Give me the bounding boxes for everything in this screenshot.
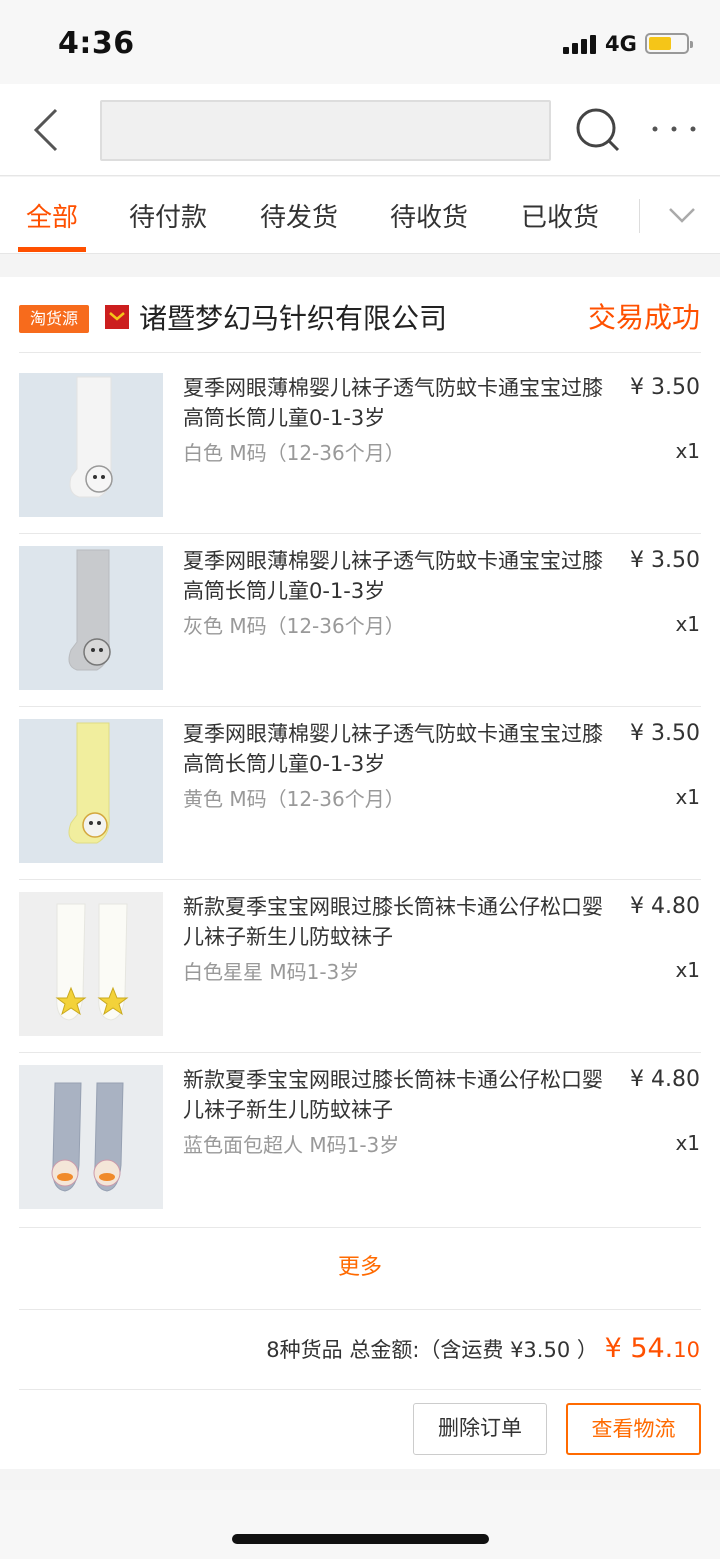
- more-options-icon[interactable]: [650, 122, 698, 136]
- shop-name: 诸暨梦幻马针织有限公司: [139, 302, 448, 335]
- view-logistics-button[interactable]: 查看物流: [566, 1403, 701, 1455]
- order-item[interactable]: 新款夏季宝宝网眼过膝长筒袜卡通公仔松口婴儿袜子新生儿防蚊袜子 ¥ 4.80 蓝色…: [0, 1045, 720, 1218]
- product-name: 夏季网眼薄棉婴儿袜子透气防蚊卡通宝宝过膝高筒长筒儿童0-1-3岁: [183, 376, 603, 430]
- product-quantity: x1: [675, 1131, 700, 1155]
- battery-icon: [645, 33, 693, 54]
- product-quantity: x1: [675, 439, 700, 463]
- product-name: 夏季网眼薄棉婴儿袜子透气防蚊卡通宝宝过膝高筒长筒儿童0-1-3岁: [183, 722, 603, 776]
- tab-pending-payment[interactable]: 待付款: [129, 197, 207, 234]
- shop-header[interactable]: 淘货源 诸暨梦幻马针织有限公司 交易成功: [0, 277, 720, 352]
- product-name: 新款夏季宝宝网眼过膝长筒袜卡通公仔松口婴儿袜子新生儿防蚊袜子: [183, 1068, 603, 1122]
- divider: [19, 1389, 701, 1390]
- divider: [19, 1309, 701, 1310]
- product-quantity: x1: [675, 785, 700, 809]
- shop-icon: [105, 305, 129, 329]
- product-price: ¥ 4.80: [630, 894, 700, 919]
- product-sku: 白色星星 M码1-3岁: [183, 960, 360, 984]
- product-thumbnail: [19, 373, 163, 517]
- search-icon[interactable]: [574, 106, 622, 154]
- order-item[interactable]: 夏季网眼薄棉婴儿袜子透气防蚊卡通宝宝过膝高筒长筒儿童0-1-3岁 ¥ 3.50 …: [0, 526, 720, 699]
- product-sku: 蓝色面包超人 M码1-3岁: [183, 1133, 400, 1157]
- product-thumbnail: [19, 1065, 163, 1209]
- tab-pending-receipt[interactable]: 待收货: [390, 197, 468, 234]
- tab-all[interactable]: 全部: [26, 197, 78, 234]
- show-more-button[interactable]: 更多: [0, 1227, 720, 1309]
- order-item[interactable]: 新款夏季宝宝网眼过膝长筒袜卡通公仔松口婴儿袜子新生儿防蚊袜子 ¥ 4.80 白色…: [0, 872, 720, 1045]
- status-bar: 4:36 4G: [0, 0, 720, 84]
- source-badge: 淘货源: [19, 305, 89, 333]
- total-amount-decimal: 10: [673, 1338, 700, 1362]
- product-price: ¥ 3.50: [630, 548, 700, 573]
- back-arrow-icon[interactable]: [28, 106, 68, 154]
- product-name: 夏季网眼薄棉婴儿袜子透气防蚊卡通宝宝过膝高筒长筒儿童0-1-3岁: [183, 549, 603, 603]
- home-indicator[interactable]: [232, 1534, 489, 1544]
- network-label: 4G: [605, 32, 637, 56]
- order-item[interactable]: 夏季网眼薄棉婴儿袜子透气防蚊卡通宝宝过膝高筒长筒儿童0-1-3岁 ¥ 3.50 …: [0, 353, 720, 526]
- tab-active-indicator: [18, 247, 86, 252]
- product-name: 新款夏季宝宝网眼过膝长筒袜卡通公仔松口婴儿袜子新生儿防蚊袜子: [183, 895, 603, 949]
- nav-bar: [0, 84, 720, 176]
- order-item[interactable]: 夏季网眼薄棉婴儿袜子透气防蚊卡通宝宝过膝高筒长筒儿童0-1-3岁 ¥ 3.50 …: [0, 699, 720, 872]
- total-amount-integer: ¥ 54.: [604, 1333, 674, 1364]
- order-card: 淘货源 诸暨梦幻马针织有限公司 交易成功 夏季网眼薄棉婴儿袜子透气防蚊卡通宝宝过…: [0, 277, 720, 1469]
- product-sku: 白色 M码（12-36个月）: [183, 441, 405, 465]
- product-sku: 黄色 M码（12-36个月）: [183, 787, 405, 811]
- product-quantity: x1: [675, 958, 700, 982]
- tab-pending-shipment[interactable]: 待发货: [260, 197, 338, 234]
- order-tabs: 全部 待付款 待发货 待收货 已收货: [0, 177, 720, 254]
- tab-received[interactable]: 已收货: [521, 197, 599, 234]
- summary-text: 8种货品 总金额:（含运费 ¥3.50 ）: [266, 1338, 598, 1362]
- product-thumbnail: [19, 546, 163, 690]
- search-input[interactable]: [100, 100, 551, 161]
- product-quantity: x1: [675, 612, 700, 636]
- product-price: ¥ 4.80: [630, 1067, 700, 1092]
- product-thumbnail: [19, 719, 163, 863]
- product-price: ¥ 3.50: [630, 375, 700, 400]
- tab-divider: [639, 199, 640, 233]
- chevron-down-icon[interactable]: [667, 203, 697, 227]
- total-amount: ¥ 54.10: [605, 1333, 700, 1364]
- product-thumbnail: [19, 892, 163, 1036]
- signal-icon: [563, 34, 599, 54]
- delete-order-button[interactable]: 删除订单: [413, 1403, 547, 1455]
- order-summary: 8种货品 总金额:（含运费 ¥3.50 ） ¥ 54.10: [266, 1329, 700, 1370]
- bottom-area: [0, 1490, 720, 1559]
- product-price: ¥ 3.50: [630, 721, 700, 746]
- status-time: 4:36: [58, 26, 135, 61]
- order-status: 交易成功: [587, 301, 700, 334]
- product-sku: 灰色 M码（12-36个月）: [183, 614, 405, 638]
